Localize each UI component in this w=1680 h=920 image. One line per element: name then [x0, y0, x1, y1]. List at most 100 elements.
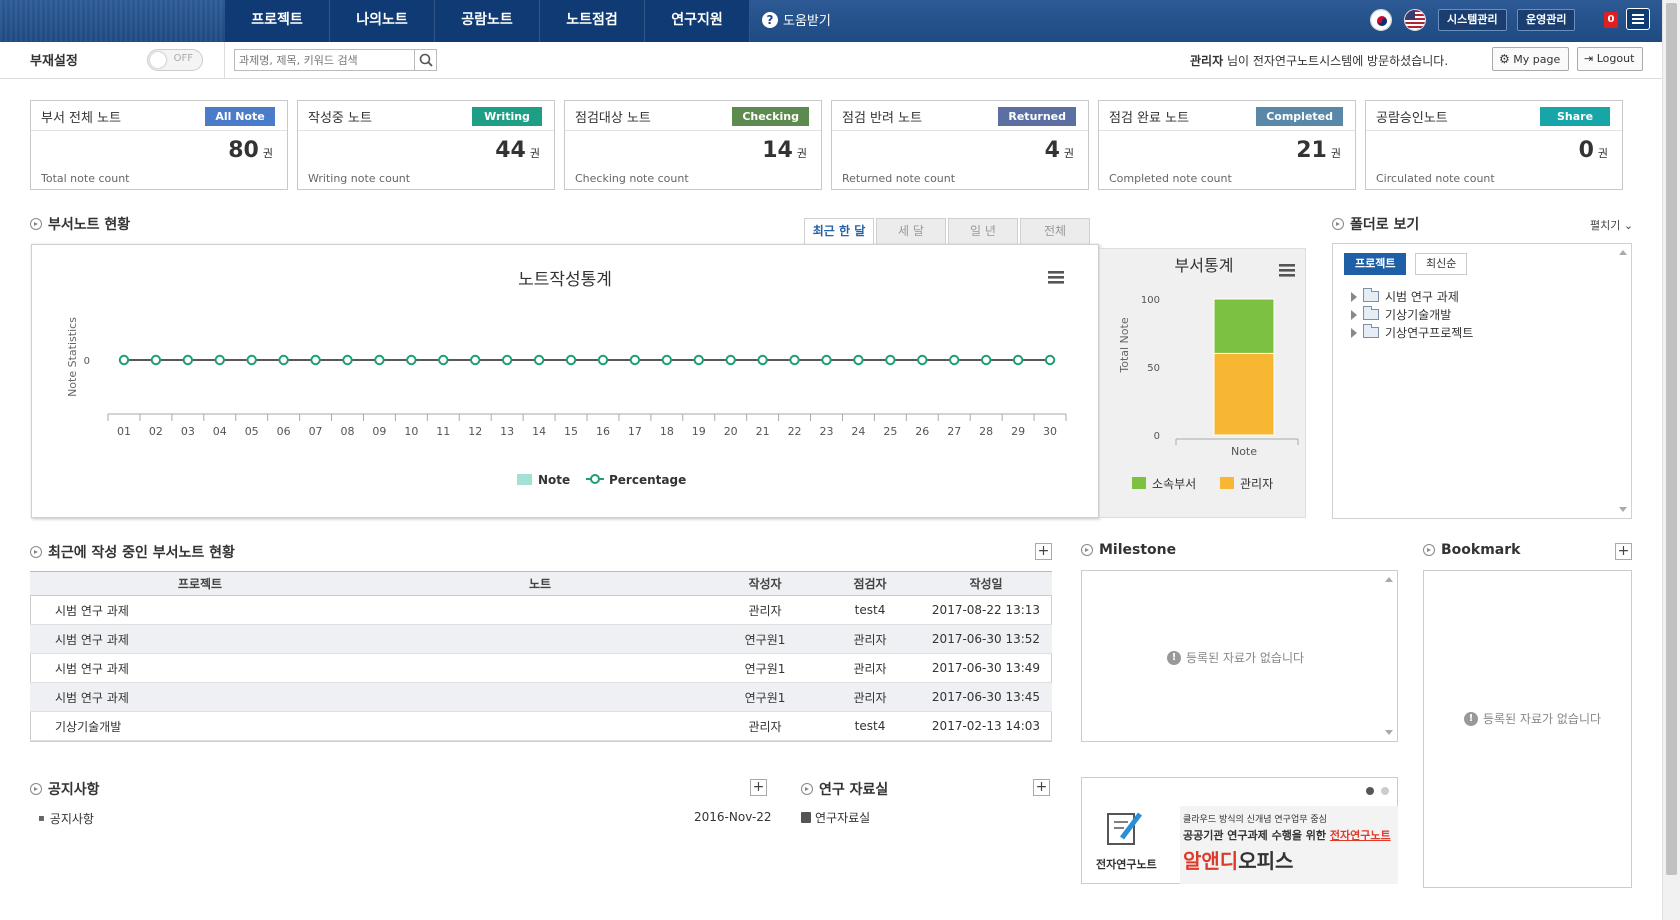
scroll-up-icon[interactable] [1385, 577, 1393, 582]
column-header-date[interactable]: 작성일 [920, 571, 1052, 596]
chart-menu-icon[interactable] [1276, 260, 1298, 278]
my-page-button[interactable]: ⚙ My page [1492, 47, 1570, 71]
us-flag-icon[interactable] [1404, 9, 1426, 31]
column-header-note[interactable]: 노트 [370, 571, 710, 596]
scrollbar-thumb[interactable] [1666, 3, 1677, 875]
percentage-point[interactable] [470, 354, 481, 366]
stat-card[interactable]: 점검 반려 노트 Returned 4 권 Returned note count [831, 100, 1089, 190]
percentage-point[interactable] [757, 354, 768, 366]
note-writing-chart-svg: 노트작성통계 Note Statistics 0 01 02 03 04 05 06 07 08 09… [66, 267, 1067, 487]
percentage-point[interactable] [310, 354, 321, 366]
card-count: 14 권 [762, 138, 807, 163]
table-row[interactable]: 시범 연구 과제 연구원1 관리자 2017-06-30 13:49 [30, 653, 1052, 683]
percentage-point[interactable] [438, 354, 449, 366]
percentage-point[interactable] [182, 354, 194, 366]
percentage-point[interactable] [214, 354, 225, 366]
column-header-project[interactable]: 프로젝트 [30, 571, 370, 596]
percentage-point[interactable] [501, 354, 513, 366]
percentage-point[interactable] [1044, 354, 1056, 366]
stacked-bar-segment[interactable] [1213, 352, 1275, 436]
tab-folder-latest[interactable]: 최신순 [1415, 253, 1468, 275]
percentage-point[interactable] [533, 354, 545, 366]
scroll-down-icon[interactable] [1619, 507, 1627, 512]
more-recent-notes-button[interactable]: + [1035, 543, 1052, 560]
search-icon[interactable] [414, 50, 436, 70]
expand-all-button[interactable]: 펼치기 ⌄ [1590, 217, 1633, 233]
stat-card[interactable]: 작성중 노트 Writing 44 권 Writing note count [297, 100, 555, 190]
folder-item[interactable]: 기상연구프로젝트 [1351, 324, 1473, 341]
notice-item[interactable]: ▪ 공지사항 [38, 810, 94, 827]
table-row[interactable]: 시범 연구 과제 관리자 test4 2017-08-22 13:13 [30, 595, 1052, 625]
percentage-point[interactable] [917, 354, 928, 366]
search-input[interactable] [235, 50, 415, 70]
dept-note-status-title: 부서노트 현황 [30, 214, 130, 234]
percentage-point[interactable] [565, 354, 577, 366]
percentage-point[interactable] [1012, 354, 1024, 366]
percentage-point[interactable] [406, 354, 417, 366]
percentage-point[interactable] [980, 354, 992, 366]
percentage-point[interactable] [725, 354, 736, 366]
nav-item-research-support[interactable]: 연구지원 [645, 0, 750, 42]
nav-item-shared-note[interactable]: 공람노트 [435, 0, 540, 42]
percentage-point[interactable] [278, 354, 289, 366]
help-link[interactable]: ? 도움받기 [762, 10, 831, 29]
chart-menu-icon[interactable] [1045, 267, 1067, 285]
table-row[interactable]: 시범 연구 과제 연구원1 관리자 2017-06-30 13:52 [30, 624, 1052, 654]
absence-toggle[interactable]: OFF [147, 49, 203, 71]
percentage-point[interactable] [661, 354, 673, 366]
percentage-point[interactable] [821, 354, 832, 366]
page-scrollbar[interactable] [1662, 0, 1680, 920]
nav-item-note-check[interactable]: 노트점검 [540, 0, 645, 42]
hamburger-icon[interactable] [1626, 8, 1650, 30]
stat-card[interactable]: 공람승인노트 Share 0 권 Circulated note count [1365, 100, 1623, 190]
add-bookmark-button[interactable]: + [1615, 543, 1632, 560]
table-row[interactable]: 시범 연구 과제 연구원1 관리자 2017-06-30 13:45 [30, 682, 1052, 712]
percentage-point[interactable] [342, 354, 353, 366]
milestone-panel: ! 등록된 자료가 없습니다 [1081, 570, 1398, 742]
operation-admin-button[interactable]: 운영관리 [1517, 9, 1576, 31]
percentage-point[interactable] [789, 354, 800, 366]
more-library-button[interactable]: + [1033, 779, 1050, 796]
promo-banner[interactable]: 전자연구노트 클라우드 방식의 신개념 연구업무 중심 공공기관 연구과제 수행… [1081, 777, 1398, 884]
chart-legend: Note Percentage [517, 473, 686, 487]
stat-card[interactable]: 점검 완료 노트 Completed 21 권 Completed note count [1098, 100, 1356, 190]
tab-folder-project[interactable]: 프로젝트 [1344, 253, 1407, 275]
stacked-bar-segment[interactable] [1213, 298, 1275, 354]
korean-flag-icon[interactable] [1370, 9, 1392, 31]
stat-card[interactable]: 부서 전체 노트 All Note 80 권 Total note count [30, 100, 288, 190]
nav-item-project[interactable]: 프로젝트 [225, 0, 330, 42]
alert-count-badge[interactable]: 0 [1604, 12, 1618, 28]
scroll-down-icon[interactable] [1385, 730, 1393, 735]
folder-item[interactable]: 시범 연구 과제 [1351, 288, 1459, 305]
folder-item[interactable]: 기상기술개발 [1351, 306, 1451, 323]
percentage-point[interactable] [118, 354, 130, 366]
column-header-checker[interactable]: 점검자 [820, 571, 920, 596]
carousel-dot-active[interactable] [1366, 787, 1374, 795]
logout-button[interactable]: ⇥ Logout [1577, 47, 1644, 71]
tab-three-months[interactable]: 세 달 [876, 218, 946, 244]
percentage-point[interactable] [629, 354, 641, 366]
percentage-point[interactable] [150, 354, 162, 366]
tab-last-month[interactable]: 최근 한 달 [804, 218, 874, 245]
percentage-point[interactable] [374, 354, 385, 366]
percentage-point[interactable] [885, 354, 896, 366]
tab-one-year[interactable]: 일 년 [948, 218, 1018, 244]
system-admin-button[interactable]: 시스템관리 [1438, 9, 1507, 31]
status-badge: Checking [732, 107, 809, 126]
more-notice-button[interactable]: + [750, 779, 767, 796]
expand-arrow-icon [1351, 327, 1357, 338]
percentage-point[interactable] [597, 354, 609, 366]
tab-all[interactable]: 전체 [1020, 218, 1090, 244]
scroll-up-icon[interactable] [1619, 250, 1627, 255]
percentage-point[interactable] [853, 354, 864, 366]
table-row[interactable]: 기상기술개발 관리자 test4 2017-02-13 14:03 [30, 711, 1052, 741]
carousel-dot[interactable] [1381, 787, 1389, 795]
percentage-point[interactable] [949, 354, 960, 366]
column-header-writer[interactable]: 작성자 [710, 571, 820, 596]
nav-item-my-note[interactable]: 나의노트 [330, 0, 435, 42]
percentage-point[interactable] [693, 354, 704, 366]
stat-card[interactable]: 점검대상 노트 Checking 14 권 Checking note count [564, 100, 822, 190]
library-item[interactable]: 연구자료실 [801, 809, 870, 826]
my-page-label: My page [1513, 53, 1561, 66]
percentage-point[interactable] [246, 354, 257, 366]
